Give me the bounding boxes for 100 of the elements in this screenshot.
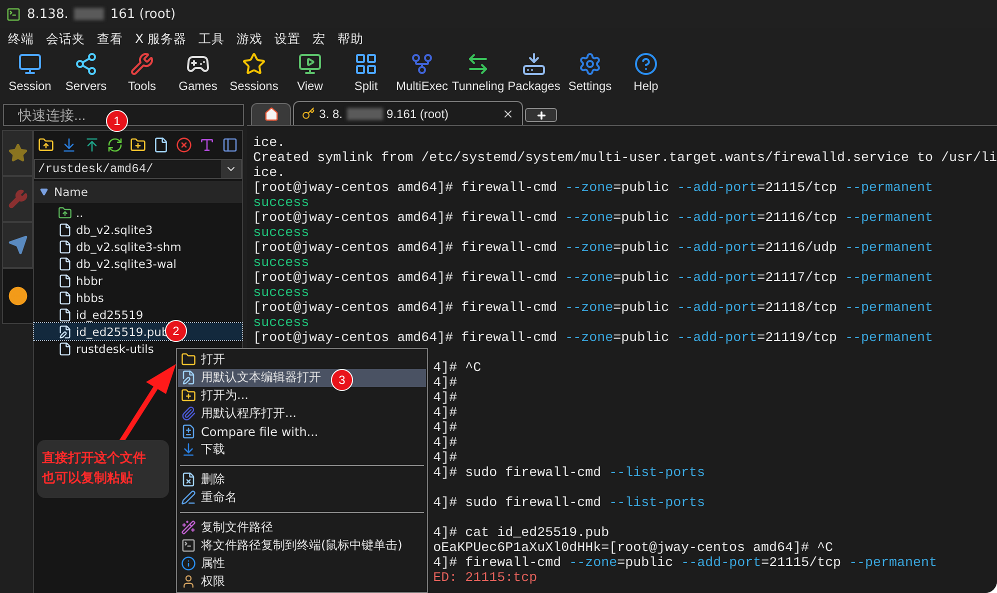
folder-plus-icon <box>181 388 196 404</box>
side-tab[interactable] <box>2 268 33 324</box>
file-icon <box>58 240 72 254</box>
fork-icon <box>410 52 434 76</box>
path-field[interactable]: /rustdesk/amd64/ <box>34 159 242 179</box>
file-row[interactable]: id_ed25519 <box>34 306 242 323</box>
toolbar-button[interactable]: Games <box>170 50 226 98</box>
file-icon <box>153 137 169 153</box>
monitor-icon <box>18 52 42 76</box>
tab-label: 3. 8. <box>319 106 343 120</box>
menu-item[interactable]: 帮助 <box>332 30 370 48</box>
terminal-line: 4]# <box>433 451 458 466</box>
menu-item[interactable]: 打开 <box>178 351 426 369</box>
note-text: 直接打开这个文件 <box>42 450 147 468</box>
download-icon <box>61 137 77 153</box>
terminal-line: 4]# <box>433 391 458 406</box>
folder-up-icon <box>58 206 72 220</box>
wand-icon <box>181 520 196 535</box>
menu-item[interactable]: 权限 <box>178 572 426 590</box>
terminal-line: success <box>253 196 310 211</box>
app-icon <box>6 6 21 22</box>
terminal-line: [root@jway-centos amd64]# firewall-cmd --zone=public --add-port=21116/tcp --permanent <box>253 211 934 226</box>
plus-icon <box>536 110 547 120</box>
toolbar-button[interactable]: Packages <box>506 50 562 98</box>
name-column-header[interactable]: Name <box>34 181 242 203</box>
new-tab-button[interactable] <box>525 108 558 122</box>
wrench-icon <box>8 189 28 209</box>
wrench-icon <box>130 52 154 76</box>
file-row[interactable]: db_v2.sqlite3 <box>34 221 242 238</box>
terminal-line: 4]# ^C <box>433 361 482 376</box>
menu-item[interactable]: 会话夹 <box>40 30 91 48</box>
help-icon <box>634 52 658 76</box>
terminal-line: oEaKPUec6P1aXuXl0dHHk=[root@jway-centos amd64]# ^C <box>433 541 834 556</box>
file-row[interactable]: .. <box>34 204 242 221</box>
side-tab[interactable] <box>2 222 33 268</box>
terminal-line: Created symlink from /etc/systemd/system/multi-user.target.wants/firewalld.service to /usr/li <box>253 151 997 166</box>
toolbar-button[interactable]: MultiExec <box>394 50 450 98</box>
menu-item[interactable]: Compare file with... <box>178 422 426 441</box>
paperclip-icon <box>181 406 196 422</box>
menu-item[interactable]: 查看 <box>91 30 129 48</box>
menu-item[interactable]: 游戏 <box>230 30 269 48</box>
terminal-line: ice. <box>253 166 286 181</box>
session-tab[interactable]: 3. 8. 9.161 (root) <box>293 101 524 125</box>
menu-item[interactable]: 重命名 <box>178 488 426 506</box>
toolbar-button[interactable]: Settings <box>562 50 618 98</box>
toolbar-button[interactable]: Help <box>618 50 674 98</box>
menu-item[interactable]: 用默认程序打开... <box>178 404 426 423</box>
home-tab[interactable] <box>251 103 292 125</box>
file-icon <box>58 222 72 236</box>
menu-item[interactable]: 工具 <box>192 30 231 48</box>
triangle-icon <box>40 188 48 196</box>
terminal-line: [root@jway-centos amd64]# firewall-cmd --zone=public --add-port=21115/tcp --permanent <box>253 181 934 196</box>
blurred-patch <box>346 108 383 120</box>
tab-label: 9.161 (root) <box>386 106 449 120</box>
toolbar-button[interactable]: View <box>282 50 338 98</box>
blurred-patch <box>74 8 104 20</box>
file-icon <box>58 274 72 288</box>
toolbar-button[interactable]: Tools <box>114 50 170 98</box>
menu-item[interactable]: 宏 <box>306 30 332 48</box>
menu-item[interactable]: 终端 <box>2 30 40 48</box>
terminal-line: success <box>253 226 310 241</box>
refresh-icon <box>107 137 123 153</box>
download-icon <box>181 442 196 458</box>
terminal-line: 4]# <box>433 376 458 391</box>
toolbar-button[interactable]: Split <box>338 50 394 98</box>
toolbar-button[interactable]: Sessions <box>226 50 282 98</box>
info-icon <box>181 556 196 571</box>
terminal-line: [root@jway-centos amd64]# firewall-cmd --zone=public --add-port=21119/tcp --permanent <box>253 331 934 346</box>
menu-item[interactable]: 复制文件路径 <box>178 518 426 536</box>
menu-item[interactable]: 删除 <box>178 470 426 488</box>
grid-icon <box>354 52 378 76</box>
terminal-line: success <box>253 286 310 301</box>
delete-button[interactable] <box>174 135 194 155</box>
file-row[interactable]: db_v2.sqlite3-wal <box>34 255 242 272</box>
dropdown-button[interactable] <box>221 160 242 178</box>
menu-item[interactable]: 属性 <box>178 554 426 572</box>
terminal-line: success <box>253 316 310 331</box>
file-row[interactable]: db_v2.sqlite3-shm <box>34 238 242 255</box>
settings-icon <box>578 52 602 76</box>
monitor-icon <box>298 52 322 76</box>
toolbar-button[interactable]: Servers <box>58 50 114 98</box>
close-icon[interactable] <box>502 108 514 120</box>
drive-icon <box>522 52 546 76</box>
toolbar-button[interactable]: Tunneling <box>450 50 506 98</box>
window-title: 161 (root) <box>110 6 176 22</box>
arrows-icon <box>466 52 490 76</box>
folder-icon <box>181 352 196 368</box>
letter-icon <box>199 137 215 153</box>
menu-item[interactable]: 设置 <box>268 30 307 48</box>
star-icon <box>8 143 28 163</box>
terminal-line: 4]# <box>433 436 458 451</box>
menu-item[interactable]: 将文件路径复制到终端(鼠标中键单击) <box>178 536 426 554</box>
network-icon <box>74 52 98 76</box>
menu-item[interactable]: 下载 <box>178 440 426 459</box>
file-row[interactable]: hbbr <box>34 272 242 289</box>
toolbar-button[interactable]: Session <box>2 50 58 98</box>
file-row[interactable]: hbbs <box>34 289 242 306</box>
terminal-line: 4]# cat id_ed25519.pub <box>433 526 610 541</box>
terminal-line: [root@jway-centos amd64]# firewall-cmd --zone=public --add-port=21118/tcp --permanent <box>253 301 934 316</box>
menu-item[interactable]: X 服务器 <box>129 30 193 48</box>
